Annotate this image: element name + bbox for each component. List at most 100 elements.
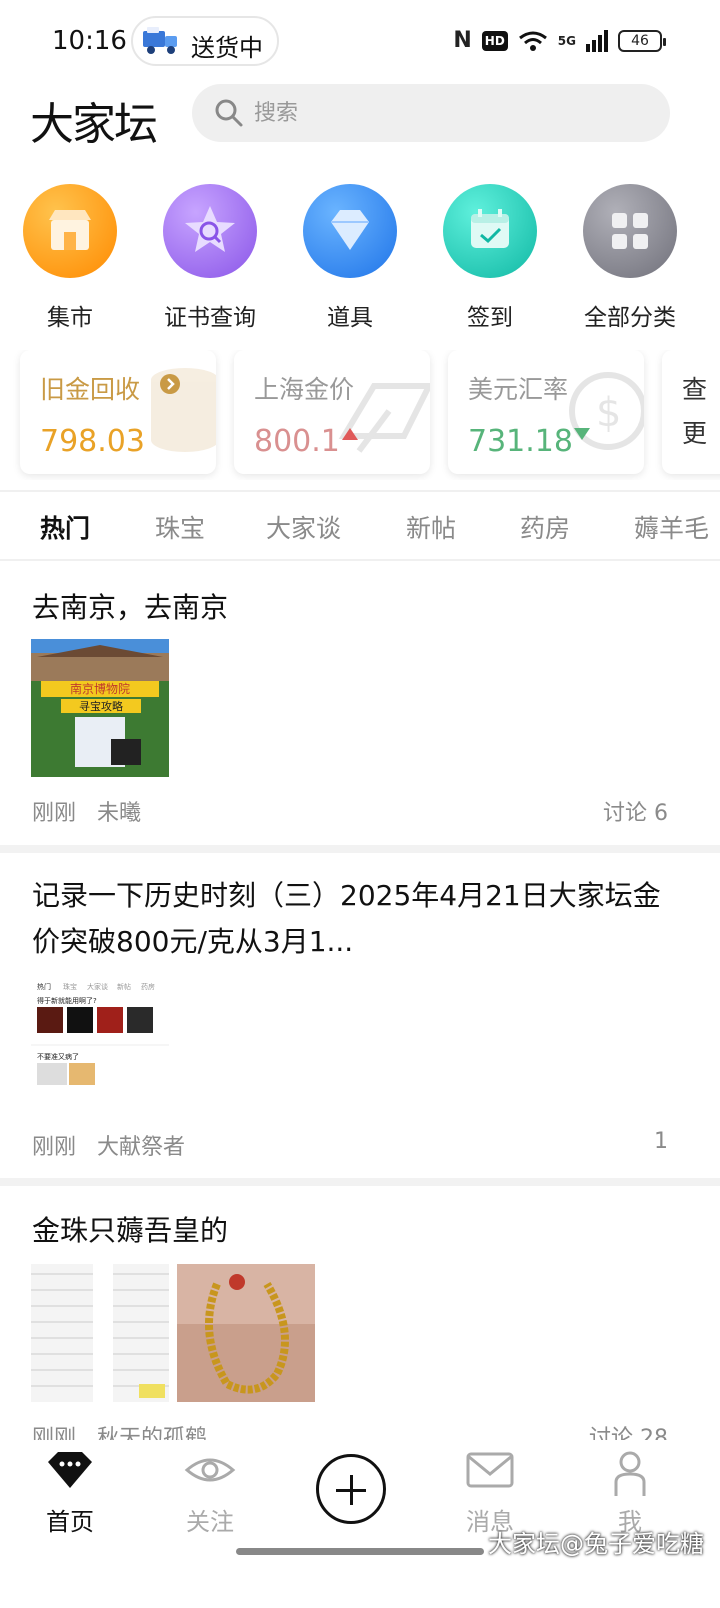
category-props[interactable]: 道具 xyxy=(280,182,420,332)
post-title[interactable]: 记录一下历史时刻（三）2025年4月21日大家坛金价突破800元/克从3月1..… xyxy=(32,873,672,965)
tab-hot[interactable]: 热门 xyxy=(40,509,90,545)
post-card[interactable]: 去南京，去南京 南京博物院 寻宝攻略 刚刚 未曦 讨论 6 xyxy=(0,563,720,845)
delivery-status-label: 送货中 xyxy=(191,34,263,62)
search-bar[interactable] xyxy=(192,84,670,142)
post-comment-count: 讨论 28 xyxy=(589,1426,668,1440)
diamond-icon xyxy=(303,184,397,278)
network-type-label: 5G xyxy=(557,33,576,48)
search-icon xyxy=(215,99,243,127)
card-usd-rate[interactable]: $ 美元汇率 731.18 xyxy=(448,350,644,474)
post-time: 刚刚 xyxy=(32,1135,77,1160)
category-label: 签到 xyxy=(467,305,513,331)
svg-text:$: $ xyxy=(596,390,621,436)
card-value: 798.03 xyxy=(40,424,145,459)
category-market[interactable]: 集市 xyxy=(0,182,140,332)
category-label: 道具 xyxy=(327,305,373,331)
category-all[interactable]: 全部分类 xyxy=(560,182,700,332)
hd-icon: HD xyxy=(481,30,508,51)
tab-pharmacy[interactable]: 药房 xyxy=(520,509,570,545)
image-tab-label: 大家谈 xyxy=(87,982,108,991)
tab-deals[interactable]: 薅羊毛 xyxy=(634,509,709,545)
post-author[interactable]: 秋天的孤鹤 xyxy=(97,1426,207,1440)
tab-discussion[interactable]: 大家谈 xyxy=(266,509,341,545)
post-image-banner: 南京博物院 xyxy=(70,681,130,696)
app-logo[interactable]: 大家坛 xyxy=(30,88,158,152)
eye-icon xyxy=(184,1458,236,1482)
status-bar: 10:16 送货中 N HD 5G 46 xyxy=(0,0,720,82)
delivery-status-pill[interactable]: 送货中 xyxy=(131,16,279,66)
card-gold-recycle[interactable]: 旧金回收 798.03 xyxy=(20,350,216,474)
card-value: 731.18 xyxy=(468,424,573,459)
category-label: 全部分类 xyxy=(584,305,676,331)
post-reply-count: 1 xyxy=(654,1129,668,1154)
card-value: 800.1 xyxy=(254,424,340,459)
nav-home[interactable]: 首页 xyxy=(10,1450,130,1537)
post-comment-count: 讨论 6 xyxy=(603,801,668,826)
post-divider xyxy=(0,1178,720,1186)
post-image-subtitle: 寻宝攻略 xyxy=(79,699,123,713)
post-author[interactable]: 未曦 xyxy=(97,801,141,826)
post-thumbnail[interactable]: 热门 珠宝 大家谈 新帖 药房 得于新就能用啊了? 不要准又病了 xyxy=(31,971,169,1109)
home-indicator[interactable] xyxy=(236,1548,484,1555)
image-tab-label: 珠宝 xyxy=(63,982,77,991)
grid-icon xyxy=(583,184,677,278)
nav-follow[interactable]: 关注 xyxy=(150,1450,270,1537)
card-title: 旧金回收 xyxy=(40,375,141,404)
mail-icon xyxy=(466,1452,514,1488)
category-label: 集市 xyxy=(47,305,93,331)
status-time: 10:16 xyxy=(52,26,127,56)
search-input[interactable] xyxy=(254,94,634,132)
tab-new-posts[interactable]: 新帖 xyxy=(406,509,456,545)
card-more[interactable]: 查 更 xyxy=(662,350,720,474)
category-row: 集市 证书查询 道具 签到 全部分类 xyxy=(0,182,720,332)
card-title: 美元汇率 xyxy=(468,375,569,404)
card-shanghai-gold[interactable]: 上海金价 800.1 xyxy=(234,350,430,474)
post-title[interactable]: 金珠只薅吾皇的 xyxy=(32,1208,672,1254)
nfc-icon: N xyxy=(453,28,472,53)
card-title: 上海金价 xyxy=(254,375,355,404)
trend-down-icon xyxy=(574,428,590,440)
image-tab-label: 药房 xyxy=(141,982,155,991)
status-icons: N HD 5G 46 xyxy=(453,28,666,53)
nav-label: 首页 xyxy=(46,1508,94,1536)
post-title[interactable]: 去南京，去南京 xyxy=(32,585,672,631)
post-time: 刚刚 xyxy=(32,801,77,826)
image-tab-label: 新帖 xyxy=(117,982,131,991)
shop-icon xyxy=(23,184,117,278)
feed-tabs: 热门 珠宝 大家谈 新帖 药房 薅羊毛 xyxy=(0,495,720,561)
signal-icon xyxy=(586,29,608,52)
plus-icon[interactable] xyxy=(316,1454,386,1524)
calendar-check-icon xyxy=(443,184,537,278)
home-diamond-icon xyxy=(48,1452,92,1488)
post-divider xyxy=(0,845,720,853)
trend-up-icon xyxy=(342,428,358,440)
category-certificate-search[interactable]: 证书查询 xyxy=(140,182,280,332)
price-cards: 旧金回收 798.03 上海金价 800.1 $ 美元汇率 731.18 查 更 xyxy=(0,350,720,480)
card-title: 查 xyxy=(682,375,708,404)
nav-label: 关注 xyxy=(186,1508,234,1536)
certificate-search-icon xyxy=(163,184,257,278)
delivery-truck-icon xyxy=(143,27,177,54)
wifi-icon xyxy=(518,31,547,51)
image-post-title: 得于新就能用啊了? xyxy=(37,996,97,1005)
person-icon xyxy=(614,1451,646,1496)
post-thumbnail[interactable] xyxy=(177,1264,315,1402)
card-subtitle: 更 xyxy=(682,419,708,448)
image-post-title: 不要准又病了 xyxy=(37,1052,79,1061)
image-tab-label: 热门 xyxy=(37,982,51,991)
post-meta-left: 刚刚 大献祭者 xyxy=(32,1129,185,1161)
post-card[interactable]: 记录一下历史时刻（三）2025年4月21日大家坛金价突破800元/克从3月1..… xyxy=(0,853,720,1178)
chevron-right-icon xyxy=(160,374,180,394)
post-thumbnail[interactable]: 南京博物院 寻宝攻略 xyxy=(31,639,169,777)
tab-jewelry[interactable]: 珠宝 xyxy=(155,509,205,545)
category-checkin[interactable]: 签到 xyxy=(420,182,560,332)
section-divider xyxy=(0,490,720,492)
post-meta-left: 刚刚 未曦 xyxy=(32,795,141,827)
battery-icon: 46 xyxy=(618,29,666,52)
watermark: 大家坛@兔子爱吃糖 xyxy=(488,1530,704,1558)
post-meta-left: 刚刚 秋天的孤鹤 xyxy=(32,1420,207,1440)
post-thumbnail[interactable] xyxy=(31,1264,169,1402)
post-time: 刚刚 xyxy=(32,1426,77,1440)
post-author[interactable]: 大献祭者 xyxy=(97,1135,185,1160)
post-card[interactable]: 金珠只薅吾皇的 刚刚 秋天的孤鹤 讨论 28 xyxy=(0,1186,720,1440)
